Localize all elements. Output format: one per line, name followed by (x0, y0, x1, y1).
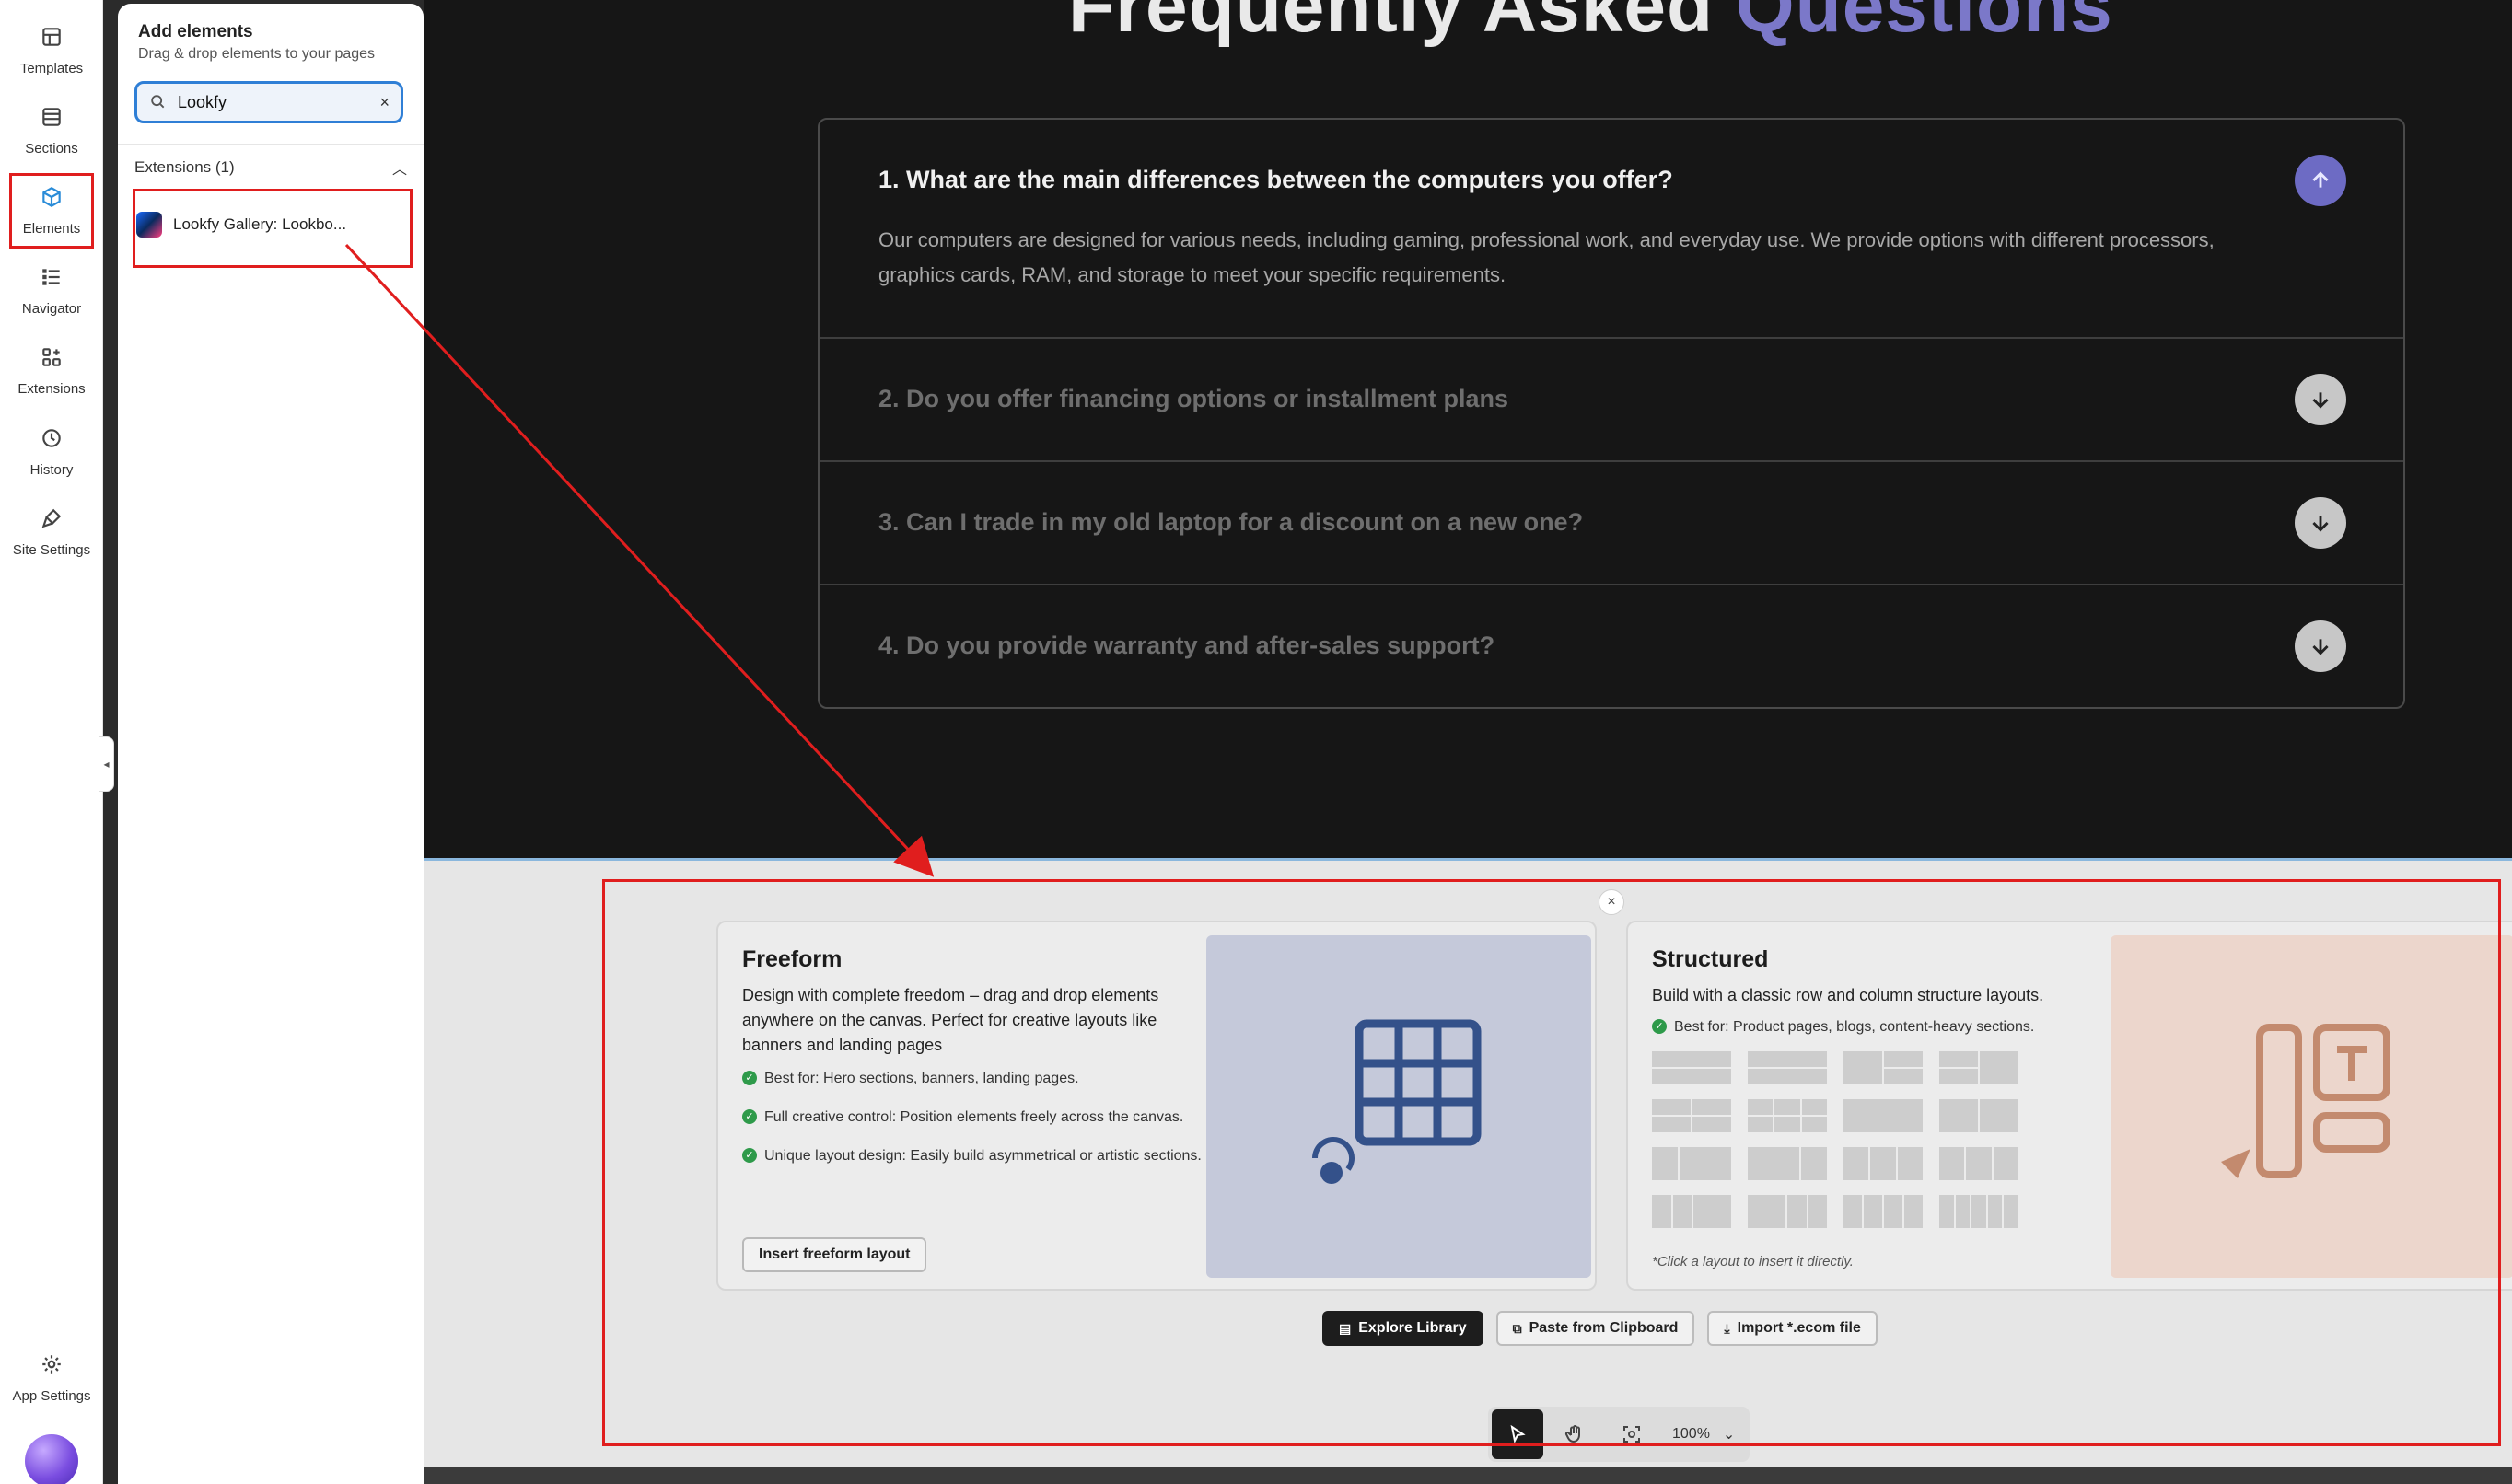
annotation-arrow (344, 243, 935, 877)
